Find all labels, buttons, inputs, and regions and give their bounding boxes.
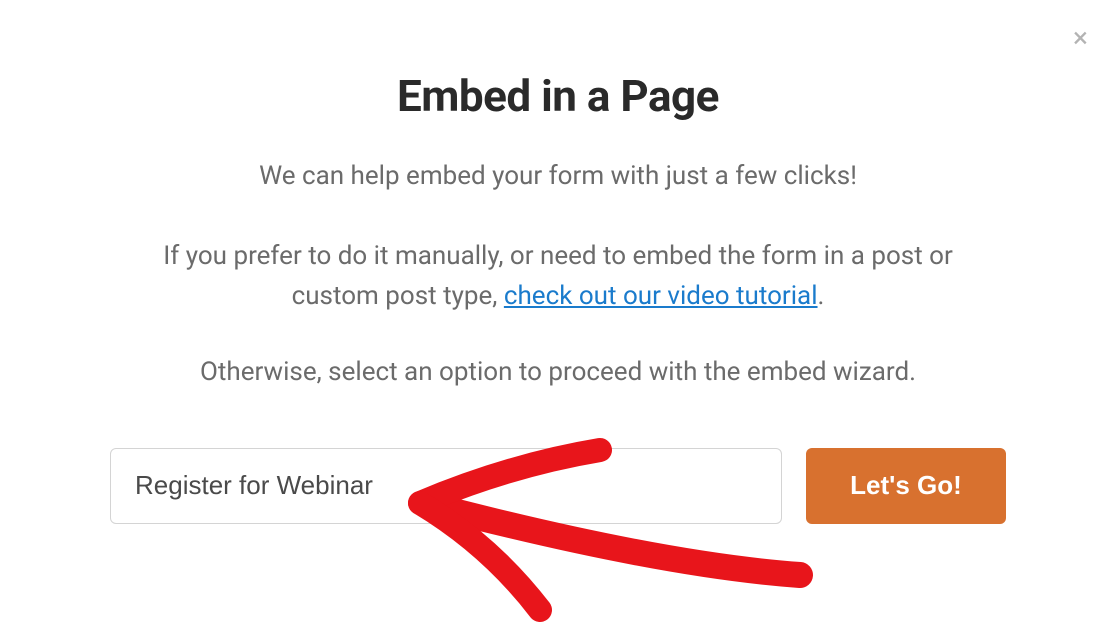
subtitle-text: We can help embed your form with just a …: [100, 158, 1016, 196]
page-title: Embed in a Page: [100, 70, 1016, 122]
embed-modal: Embed in a Page We can help embed your f…: [0, 0, 1116, 524]
close-icon[interactable]: ×: [1073, 24, 1088, 52]
lets-go-button[interactable]: Let's Go!: [806, 448, 1006, 524]
page-name-input[interactable]: [110, 448, 782, 524]
description-text: If you prefer to do it manually, or need…: [100, 236, 1016, 317]
wizard-instruction: Otherwise, select an option to proceed w…: [100, 354, 1016, 392]
video-tutorial-link[interactable]: check out our video tutorial: [504, 281, 818, 311]
description-suffix: .: [818, 281, 825, 311]
embed-form-row: Let's Go!: [100, 448, 1016, 524]
